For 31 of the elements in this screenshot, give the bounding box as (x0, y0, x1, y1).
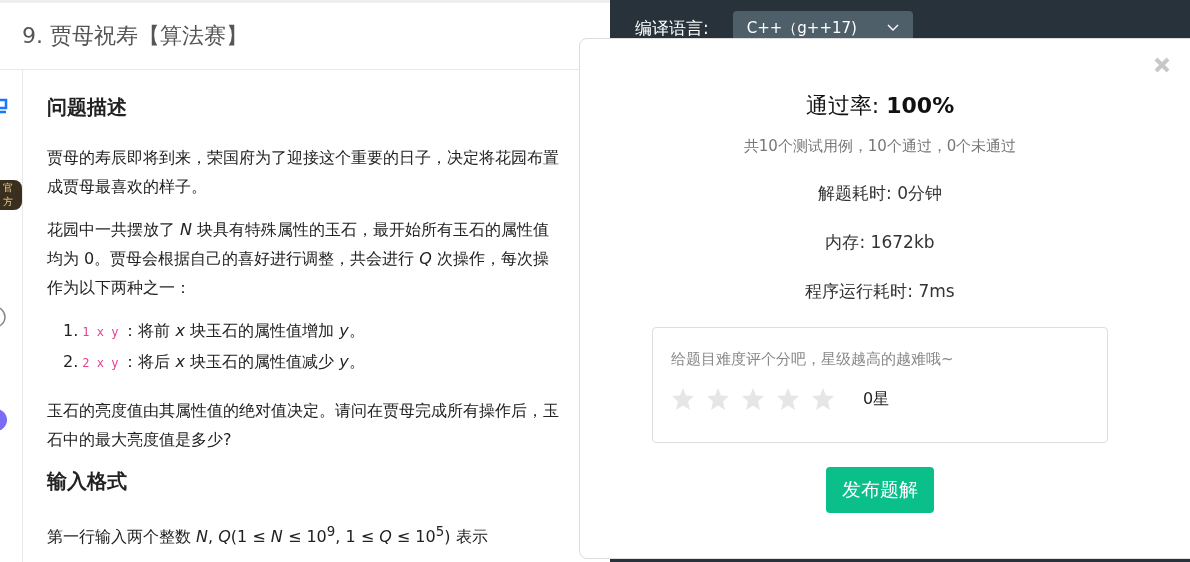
star-count: 0星 (863, 388, 890, 410)
problem-paragraph: 花园中一共摆放了 N 块具有特殊属性的玉石，最开始所有玉石的属性值均为 0。贾母会根据自己的喜好进行调整，共会进行 Q 次操作，每次操作为以下两种之一： (47, 219, 551, 299)
list-number: 1. (63, 320, 79, 342)
star-rating[interactable] (671, 387, 835, 411)
star-icon[interactable] (741, 387, 765, 411)
chevron-down-icon[interactable] (886, 24, 899, 32)
star-icon[interactable] (671, 387, 695, 411)
list-text: ：将前 x 块玉石的属性值增加 y。 (122, 320, 365, 342)
result-stat: 内存: 1672kb (825, 231, 935, 254)
close-icon[interactable] (1154, 57, 1170, 73)
star-icon[interactable] (776, 387, 800, 411)
result-stat: 程序运行耗时: 7ms (805, 280, 955, 303)
inline-code: 2 x y (82, 355, 119, 372)
language-label: 编译语言: (635, 16, 709, 40)
avatar-icon[interactable] (0, 408, 8, 432)
list-text: ：将后 x 块玉石的属性值减少 y。 (122, 351, 365, 373)
problem-title: 9. 贾母祝寿【算法赛】 (22, 22, 248, 50)
star-icon[interactable] (811, 387, 835, 411)
problem-paragraph: 玉石的亮度值由其属性值的绝对值决定。请问在贾母完成所有操作后，玉石中的最大亮度值是多少? (47, 400, 560, 451)
star-icon[interactable] (706, 387, 730, 411)
result-stat: 解题耗时: 0分钟 (818, 182, 942, 205)
problem-paragraph: 第一行输入两个整数 N, Q(1 ≤ N ≤ 10$^{9}$, 1 ≤ Q ≤ 10$^{5}$) 表示 (47, 523, 489, 549)
rating-prompt: 给题目难度评个分吧，星级越高的越难哦~ (671, 350, 955, 369)
pass-rate: 通过率: 100% (805, 92, 955, 120)
official-badge: 官方 (0, 180, 22, 210)
inline-code: 1 x y (82, 324, 119, 341)
list-number: 2. (63, 351, 79, 373)
section-heading: 问题描述 (47, 94, 128, 121)
test-summary: 共10个测试用例，10个通过，0个未通过 (743, 137, 1017, 156)
problem-paragraph: 贾母的寿辰即将到来，荣国府为了迎接这个重要的日子，决定将花园布置成贾母最喜欢的样子。 (47, 147, 560, 198)
section-heading: 输入格式 (47, 468, 128, 495)
